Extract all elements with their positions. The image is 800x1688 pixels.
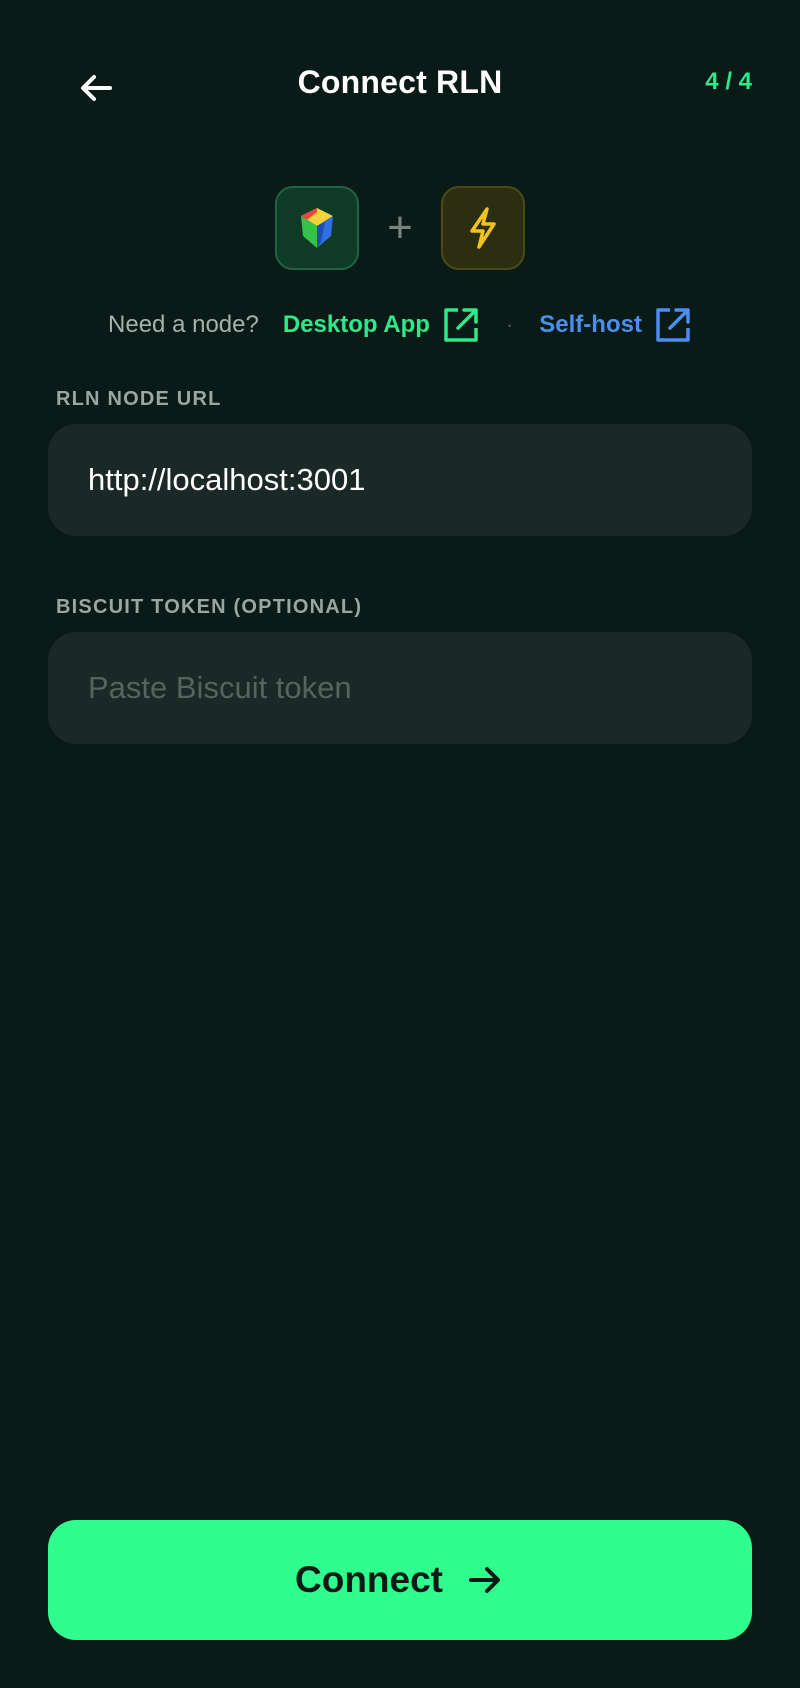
desktop-app-label: Desktop App: [282, 311, 430, 338]
biscuit-token-field[interactable]: [48, 632, 752, 744]
arrow-right-icon: [469, 1567, 500, 1593]
separator-dot: ·: [505, 312, 514, 337]
lightning-logo-tile: [440, 186, 525, 270]
node-url-label: RLN NODE URL: [56, 388, 222, 410]
biscuit-token-input[interactable]: [88, 670, 712, 706]
plus-icon: +: [387, 203, 413, 252]
external-link-icon: [656, 308, 690, 342]
self-host-link[interactable]: Self-host: [539, 306, 692, 344]
external-link-icon: [444, 308, 478, 342]
node-url-input[interactable]: [88, 462, 712, 498]
step-indicator: 4 / 4: [705, 68, 752, 95]
node-url-field[interactable]: [48, 424, 752, 536]
desktop-app-link[interactable]: Desktop App: [283, 306, 480, 344]
page-title: Connect RLN: [297, 64, 503, 100]
rgb-logo-icon: [301, 208, 334, 248]
need-node-text: Need a node?: [108, 311, 259, 338]
node-help-row: Need a node? Desktop App · Self-host: [0, 306, 800, 344]
lightning-icon: [470, 207, 496, 249]
self-host-label: Self-host: [539, 311, 642, 338]
rgb-logo-tile: [275, 186, 360, 270]
biscuit-token-label: BISCUIT TOKEN (OPTIONAL): [56, 596, 363, 618]
connect-button[interactable]: Connect: [48, 1520, 752, 1640]
logo-row: +: [0, 184, 800, 272]
connect-label: Connect: [295, 1559, 443, 1600]
header: Connect RLN 4 / 4: [0, 44, 800, 124]
